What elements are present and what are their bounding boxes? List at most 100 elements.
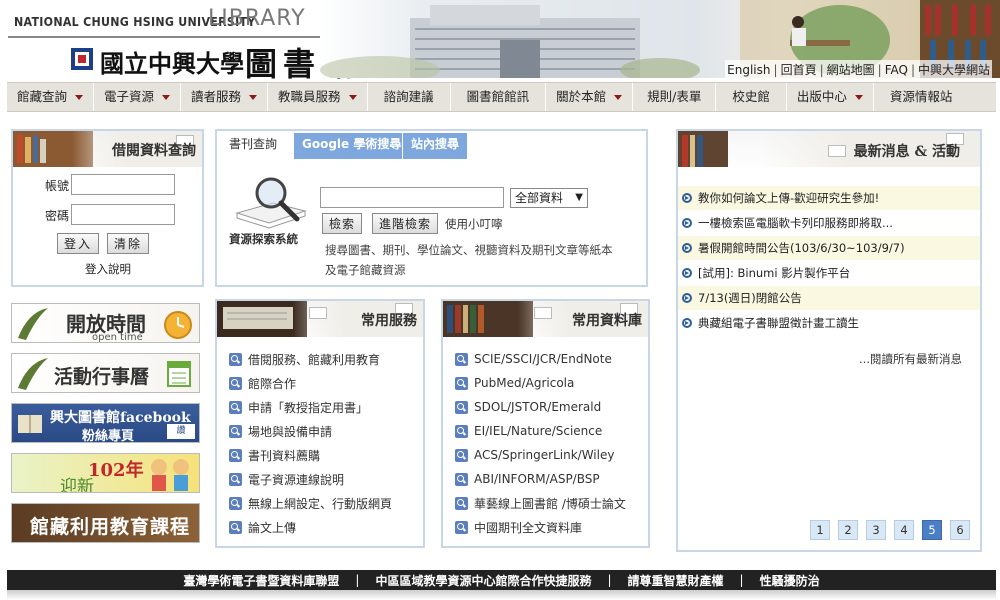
page-button-1[interactable]: 1: [810, 520, 830, 540]
news-item[interactable]: 暑假開館時間公告(103/6/30~103/9/7): [678, 236, 980, 261]
list-item-label: PubMed/Agricola: [474, 376, 575, 390]
opening-hours-button[interactable]: 開放時間 open time: [11, 303, 200, 343]
nav-label: 諮詢建議: [383, 89, 434, 104]
library-education-courses-button[interactable]: 館藏利用教育課程: [11, 503, 200, 543]
news-item[interactable]: 一樓檢索區電腦軟卡列印服務即將取...: [678, 211, 980, 236]
list-item[interactable]: ACS/SpringerLink/Wiley: [455, 443, 626, 467]
search-tabs: 書刊查詢 Google 學術搜尋 站內搜尋: [217, 131, 646, 159]
faq-link[interactable]: FAQ: [885, 63, 908, 77]
list-item[interactable]: ABI/INFORM/ASP/BSP: [455, 467, 626, 491]
nav-item-history-museum[interactable]: 校史館: [716, 83, 787, 111]
list-item[interactable]: 華藝線上圖書館 /博碩士論文: [455, 491, 626, 515]
login-help-link[interactable]: 登入說明: [85, 261, 131, 277]
list-item[interactable]: 書刊資料薦購: [229, 443, 392, 467]
account-input[interactable]: [71, 174, 175, 195]
footer-separator: |: [739, 573, 744, 587]
search-icon: [455, 424, 468, 438]
home-link[interactable]: 回首頁: [781, 63, 817, 77]
nav-item-rules-forms[interactable]: 規則/表單: [633, 83, 717, 111]
sitemap-link[interactable]: 網站地圖: [827, 63, 875, 77]
list-item[interactable]: PubMed/Agricola: [455, 371, 626, 395]
panel-title: 借閱資料查詢: [112, 143, 196, 159]
news-item[interactable]: 教你如何論文上傳-歡迎研究生參加!: [678, 186, 980, 211]
advanced-search-button[interactable]: 進階檢索: [372, 213, 439, 234]
list-item[interactable]: 館際合作: [229, 371, 392, 395]
list-item[interactable]: 申請「教授指定用書」: [229, 395, 392, 419]
scope-selected-value: 全部資料: [515, 191, 564, 205]
search-icon: [229, 448, 242, 462]
english-link[interactable]: English: [727, 63, 770, 77]
nav-item-newsletter[interactable]: 圖書館館訊: [451, 83, 547, 111]
page-button-4[interactable]: 4: [894, 520, 914, 540]
footer-link-copyright[interactable]: 請尊重智慧財產權: [628, 572, 724, 589]
calendar-icon: [167, 361, 191, 387]
search-tips-link[interactable]: 使用小叮嚀: [445, 216, 503, 232]
read-all-news-link[interactable]: ...閱讀所有最新消息: [859, 351, 962, 367]
search-icon: [229, 496, 242, 510]
footer-link-interlibrary[interactable]: 中區區域教學資源中心館際合作快捷服務: [375, 572, 591, 589]
facebook-fanpage-button[interactable]: 興大圖書館facebook 粉絲專頁 讚: [11, 403, 200, 443]
page-button-5-current[interactable]: 5: [922, 520, 942, 540]
nav-item-reader-services[interactable]: 讀者服務: [181, 83, 269, 111]
news-item[interactable]: 典藏組電子書聯盟徵計畫工讀生: [678, 311, 980, 336]
scope-select[interactable]: 全部資料 ▼: [510, 188, 588, 208]
discovery-system-label: 資源探索系統: [229, 232, 298, 246]
university-logo-icon[interactable]: [70, 47, 94, 71]
list-item[interactable]: 借閱服務、館藏利用教育: [229, 347, 392, 371]
tab-google-scholar[interactable]: Google 學術搜尋: [293, 133, 410, 159]
list-item[interactable]: SCIE/SSCI/JCR/EndNote: [455, 347, 626, 371]
freshman-sub: 迎新: [60, 477, 94, 493]
main-nav: 館藏查詢 電子資源 讀者服務 教職員服務 諮詢建議 圖書館館訊 關於本館 規則/…: [7, 82, 996, 112]
list-item-label: 館際合作: [248, 376, 297, 391]
news-item[interactable]: 7/13(週日)閉館公告: [678, 286, 980, 311]
freshman-welcome-button[interactable]: 102年 迎新: [11, 453, 200, 493]
list-item[interactable]: 電子資源連線說明: [229, 467, 392, 491]
nav-item-resource-intel[interactable]: 資源情報站: [874, 83, 969, 111]
list-item[interactable]: SDOL/JSTOR/Emerald: [455, 395, 626, 419]
tab-site-search[interactable]: 站內搜尋: [402, 133, 468, 159]
event-calendar-button[interactable]: 活動行事曆: [11, 353, 200, 393]
databases-list: SCIE/SSCI/JCR/EndNote PubMed/Agricola SD…: [455, 347, 626, 539]
news-item-label: 暑假開館時間公告(103/6/30~103/9/7): [698, 241, 905, 255]
nav-label: 關於本館: [556, 89, 607, 104]
tab-catalog-search[interactable]: 書刊查詢: [221, 133, 286, 159]
search-icon: [229, 352, 242, 366]
panel-header: 常用服務: [217, 301, 423, 337]
page-button-6[interactable]: 6: [950, 520, 970, 540]
login-actions: 登入 清除: [57, 233, 150, 254]
password-label: 密碼: [45, 209, 70, 223]
account-row: 帳號: [13, 174, 203, 196]
nav-item-publishing-center[interactable]: 出版中心: [787, 83, 874, 111]
list-item-label: 書刊資料薦購: [248, 448, 321, 463]
clear-button[interactable]: 清除: [107, 233, 150, 254]
search-input[interactable]: [320, 187, 504, 208]
search-button[interactable]: 檢索: [322, 213, 363, 234]
list-item[interactable]: 場地與設備申請: [229, 419, 392, 443]
nav-item-collection-search[interactable]: 館藏查詢: [7, 83, 95, 111]
children-illustration-icon: [151, 459, 189, 491]
list-item-label: SDOL/JSTOR/Emerald: [474, 400, 602, 414]
page-button-2[interactable]: 2: [838, 520, 858, 540]
list-item[interactable]: EI/IEL/Nature/Science: [455, 419, 626, 443]
news-item[interactable]: [試用]: Binumi 影片製作平台: [678, 261, 980, 286]
opening-hours-sub: open time: [92, 332, 143, 343]
nav-item-e-resources[interactable]: 電子資源: [94, 83, 182, 111]
login-button[interactable]: 登入: [57, 233, 100, 254]
page-button-3[interactable]: 3: [866, 520, 886, 540]
description-line: 及電子館藏資源: [325, 263, 406, 277]
list-item[interactable]: 論文上傳: [229, 515, 392, 539]
password-input[interactable]: [71, 204, 175, 225]
list-item[interactable]: 中國期刊全文資料庫: [455, 515, 626, 539]
search-icon: [455, 400, 468, 414]
footer-link-harassment-prevention[interactable]: 性騷擾防治: [760, 572, 820, 589]
footer-separator: |: [607, 573, 612, 587]
list-item[interactable]: 無線上網設定、行動版網頁: [229, 491, 392, 515]
nav-item-suggestions[interactable]: 諮詢建議: [368, 83, 451, 111]
nav-item-about[interactable]: 關於本館: [546, 83, 634, 111]
nav-label: 資源情報站: [889, 89, 953, 104]
university-name-zh[interactable]: 國立中興大學: [100, 44, 244, 79]
nav-item-faculty-services[interactable]: 教職員服務: [268, 83, 368, 111]
university-site-link[interactable]: 中興大學網站: [918, 63, 990, 77]
arrow-right-icon: [682, 293, 692, 303]
footer-link-ebook-consortium[interactable]: 臺灣學術電子書暨資料庫聯盟: [183, 572, 339, 589]
